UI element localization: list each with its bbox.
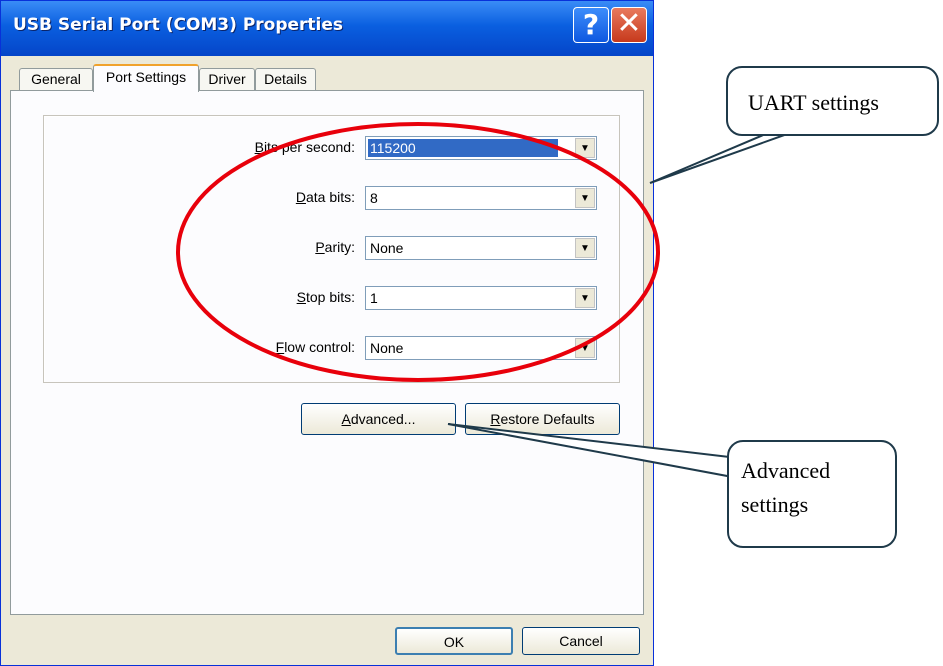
tab-port-settings[interactable]: Port Settings [93, 64, 199, 92]
uart-settings-callout: UART settings [726, 66, 939, 136]
uart-callout-pointer [649, 132, 791, 184]
advanced-settings-callout-line1: Advanced [741, 458, 831, 483]
advanced-settings-callout: Advanced settings [727, 440, 897, 548]
uart-settings-callout-text: UART settings [748, 90, 879, 115]
annotation-ellipse [176, 122, 660, 382]
advanced-settings-callout-line2: settings [741, 492, 809, 517]
advanced-callout-pointer [447, 423, 739, 480]
